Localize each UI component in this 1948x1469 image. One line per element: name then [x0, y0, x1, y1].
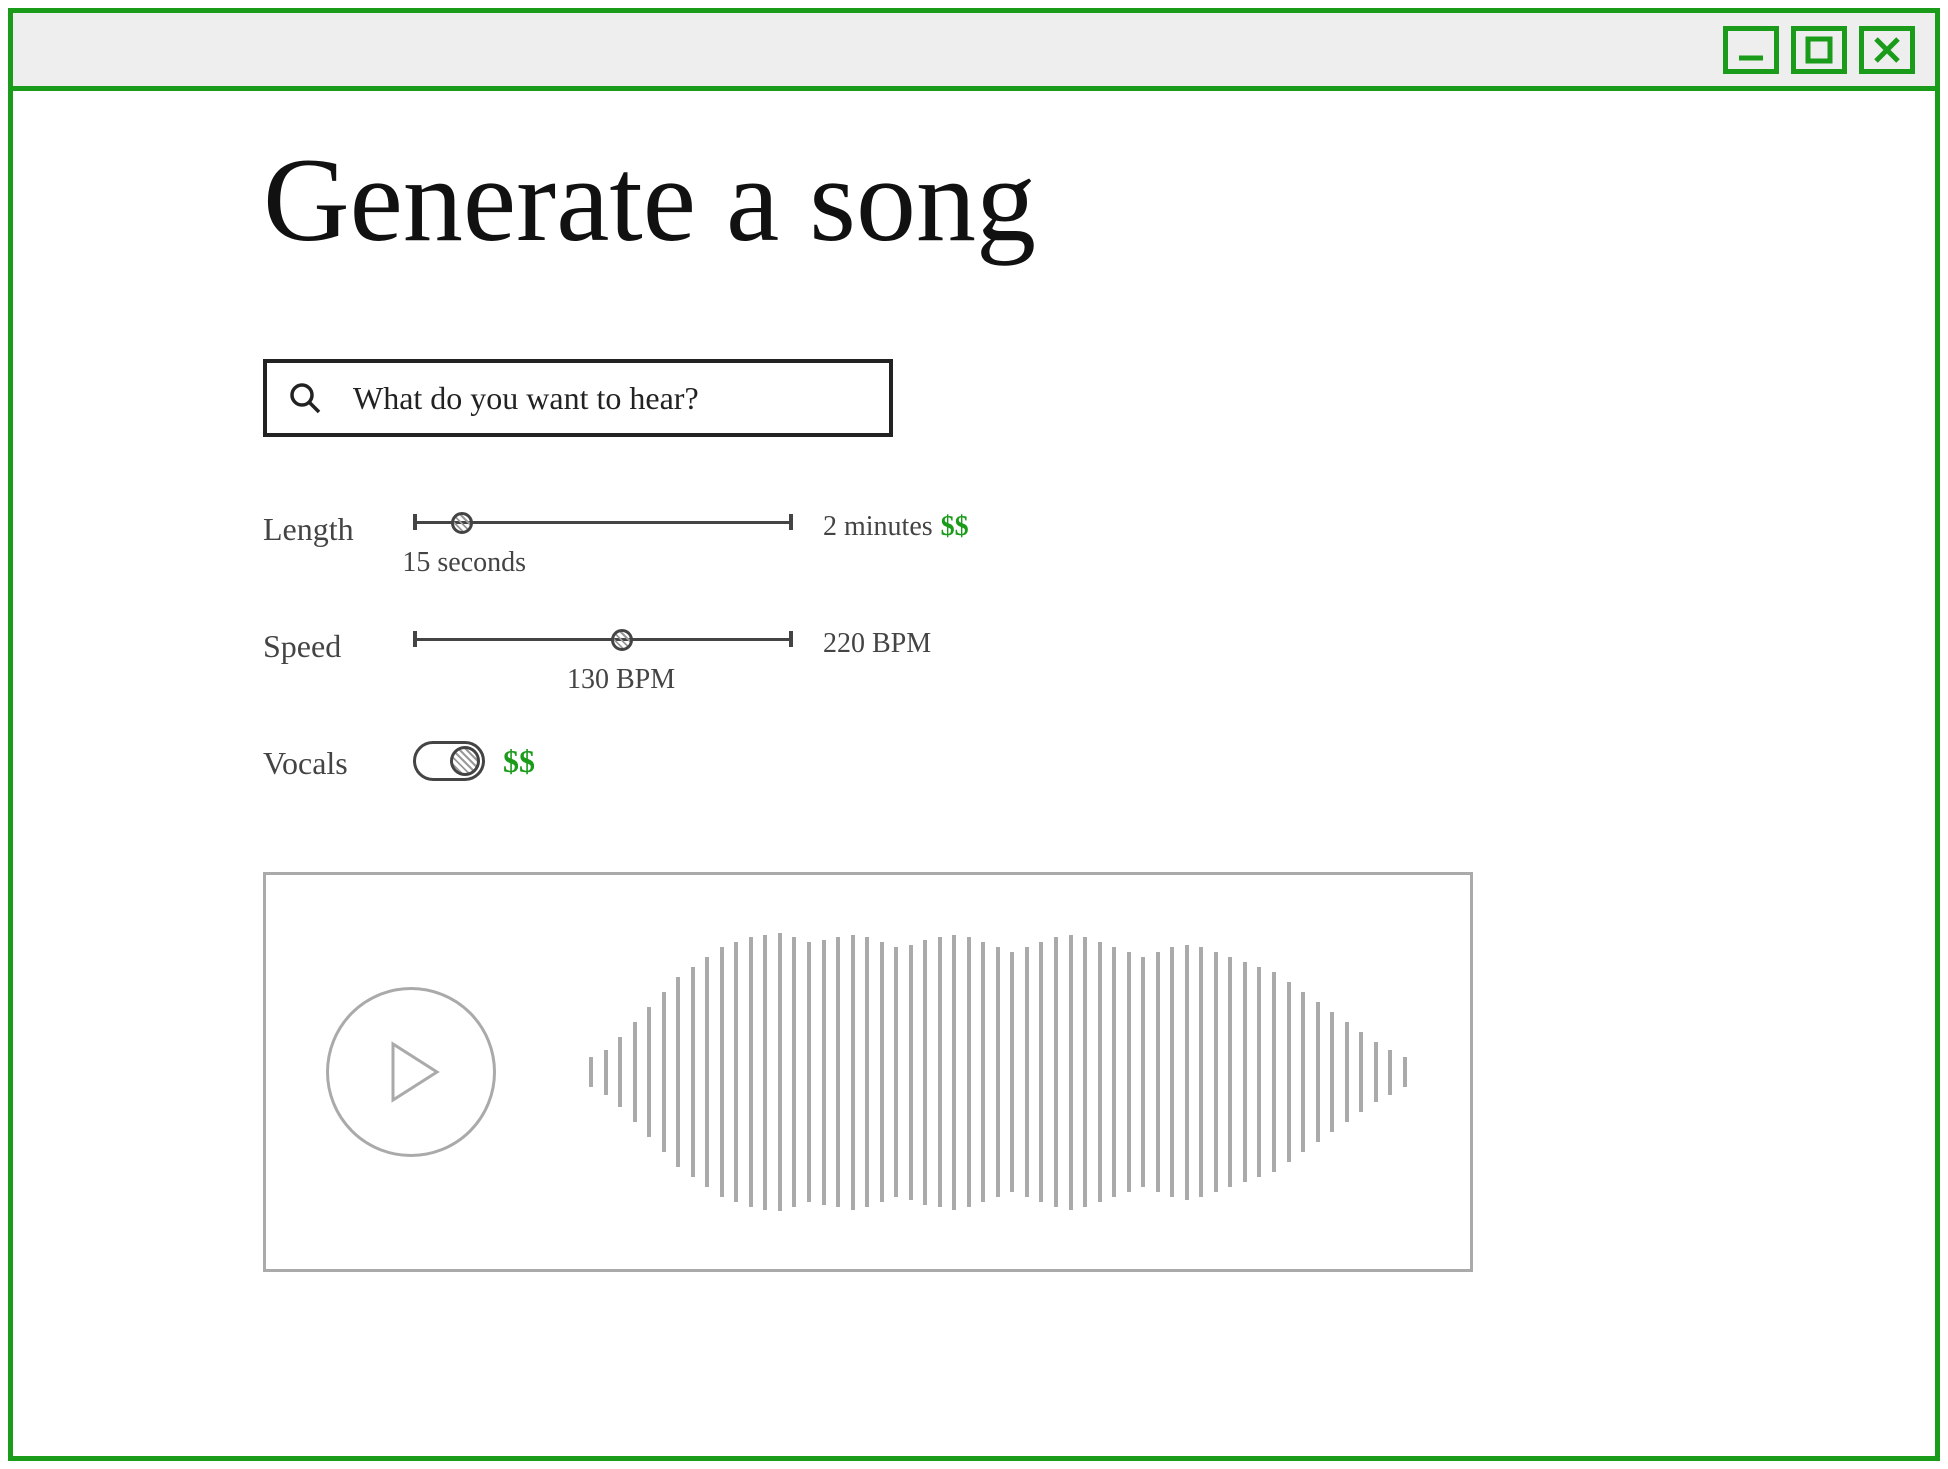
- waveform-bar: [1112, 947, 1116, 1197]
- waveform-bar: [851, 935, 855, 1210]
- waveform-bar: [778, 933, 782, 1211]
- waveform-bar: [938, 937, 942, 1207]
- waveform-bar: [996, 947, 1000, 1197]
- waveform-bar: [1403, 1057, 1407, 1087]
- minimize-button[interactable]: [1723, 26, 1779, 74]
- waveform-bar: [1287, 982, 1291, 1162]
- length-label: Length: [263, 507, 383, 548]
- play-icon: [371, 1032, 451, 1112]
- waveform-bar: [720, 947, 724, 1197]
- waveform-bar: [1301, 992, 1305, 1152]
- waveform-bar: [1156, 952, 1160, 1192]
- waveform-bar: [1141, 957, 1145, 1187]
- waveform-bar: [618, 1037, 622, 1107]
- waveform-bar: [1257, 967, 1261, 1177]
- waveform-bar: [1243, 962, 1247, 1182]
- speed-max-value: 220 BPM: [823, 628, 931, 660]
- waveform-bar: [1272, 972, 1276, 1172]
- waveform-bar: [1199, 947, 1203, 1197]
- waveform-bar: [894, 947, 898, 1197]
- maximize-button[interactable]: [1791, 26, 1847, 74]
- waveform-bar: [749, 937, 753, 1207]
- play-button[interactable]: [326, 987, 496, 1157]
- speed-slider[interactable]: [413, 624, 793, 654]
- waveform-bar: [792, 937, 796, 1207]
- vocals-label: Vocals: [263, 741, 383, 782]
- speed-slider-handle[interactable]: [611, 629, 633, 651]
- waveform-bar: [1345, 1022, 1349, 1122]
- close-icon: [1869, 32, 1905, 68]
- waveform-bar: [865, 937, 869, 1207]
- waveform-bar: [1316, 1002, 1320, 1142]
- length-current-value: 15 seconds: [402, 547, 526, 579]
- close-button[interactable]: [1859, 26, 1915, 74]
- waveform[interactable]: [586, 922, 1410, 1222]
- waveform-bar: [1330, 1012, 1334, 1132]
- waveform-bar: [967, 937, 971, 1207]
- waveform-bar: [880, 942, 884, 1202]
- search-box[interactable]: [263, 359, 893, 437]
- waveform-bar: [807, 942, 811, 1202]
- waveform-bar: [1214, 952, 1218, 1192]
- waveform-bar: [734, 942, 738, 1202]
- maximize-icon: [1801, 32, 1837, 68]
- waveform-bar: [1054, 937, 1058, 1207]
- controls-group: Length 15 seconds 2 minutes $$ Speed: [263, 507, 1685, 782]
- waveform-bar: [633, 1022, 637, 1122]
- vocals-toggle[interactable]: [413, 741, 485, 781]
- length-slider-wrap: 15 seconds: [413, 507, 793, 579]
- waveform-bar: [1083, 937, 1087, 1207]
- waveform-bar: [1039, 942, 1043, 1202]
- waveform-bar: [923, 940, 927, 1205]
- speed-row: Speed 130 BPM 220 BPM: [263, 624, 1685, 696]
- vocals-price-tag: $$: [503, 743, 535, 780]
- waveform-bar: [822, 940, 826, 1205]
- waveform-bar: [1374, 1042, 1378, 1102]
- waveform-bar: [1069, 935, 1073, 1210]
- waveform-bar: [909, 945, 913, 1200]
- length-max-value: 2 minutes: [823, 511, 933, 543]
- speed-slider-wrap: 130 BPM: [413, 624, 793, 696]
- waveform-bar: [763, 935, 767, 1210]
- waveform-bar: [662, 992, 666, 1152]
- length-slider-handle[interactable]: [451, 512, 473, 534]
- speed-current-value: 130 BPM: [567, 664, 675, 696]
- waveform-bar: [836, 937, 840, 1207]
- waveform-bar: [705, 957, 709, 1187]
- content-area: Generate a song Length 15 seconds: [13, 91, 1935, 1312]
- waveform-bar: [1098, 942, 1102, 1202]
- speed-label: Speed: [263, 624, 383, 665]
- waveform-bar: [604, 1050, 608, 1095]
- search-icon: [287, 380, 323, 416]
- waveform-bar: [1127, 952, 1131, 1192]
- waveform-bar: [691, 967, 695, 1177]
- length-slider[interactable]: [413, 507, 793, 537]
- audio-player: [263, 872, 1473, 1272]
- vocals-row: Vocals $$: [263, 741, 1685, 782]
- waveform-bar: [676, 977, 680, 1167]
- waveform-bar: [589, 1057, 593, 1087]
- waveform-bar: [981, 942, 985, 1202]
- app-window: Generate a song Length 15 seconds: [8, 8, 1940, 1461]
- waveform-bar: [1170, 947, 1174, 1197]
- waveform-bar: [1228, 957, 1232, 1187]
- titlebar: [13, 13, 1935, 91]
- waveform-bar: [1388, 1050, 1392, 1095]
- waveform-bar: [952, 935, 956, 1210]
- minimize-icon: [1733, 32, 1769, 68]
- speed-max: 220 BPM: [823, 624, 931, 660]
- waveform-bar: [1185, 945, 1189, 1200]
- waveform-bar: [647, 1007, 651, 1137]
- length-row: Length 15 seconds 2 minutes $$: [263, 507, 1685, 579]
- page-title: Generate a song: [263, 131, 1685, 269]
- search-input[interactable]: [353, 380, 869, 417]
- waveform-bar: [1025, 947, 1029, 1197]
- waveform-bar: [1359, 1032, 1363, 1112]
- waveform-bar: [1010, 952, 1014, 1192]
- length-max: 2 minutes $$: [823, 507, 969, 543]
- vocals-toggle-knob: [450, 746, 480, 776]
- length-price-tag: $$: [941, 511, 969, 543]
